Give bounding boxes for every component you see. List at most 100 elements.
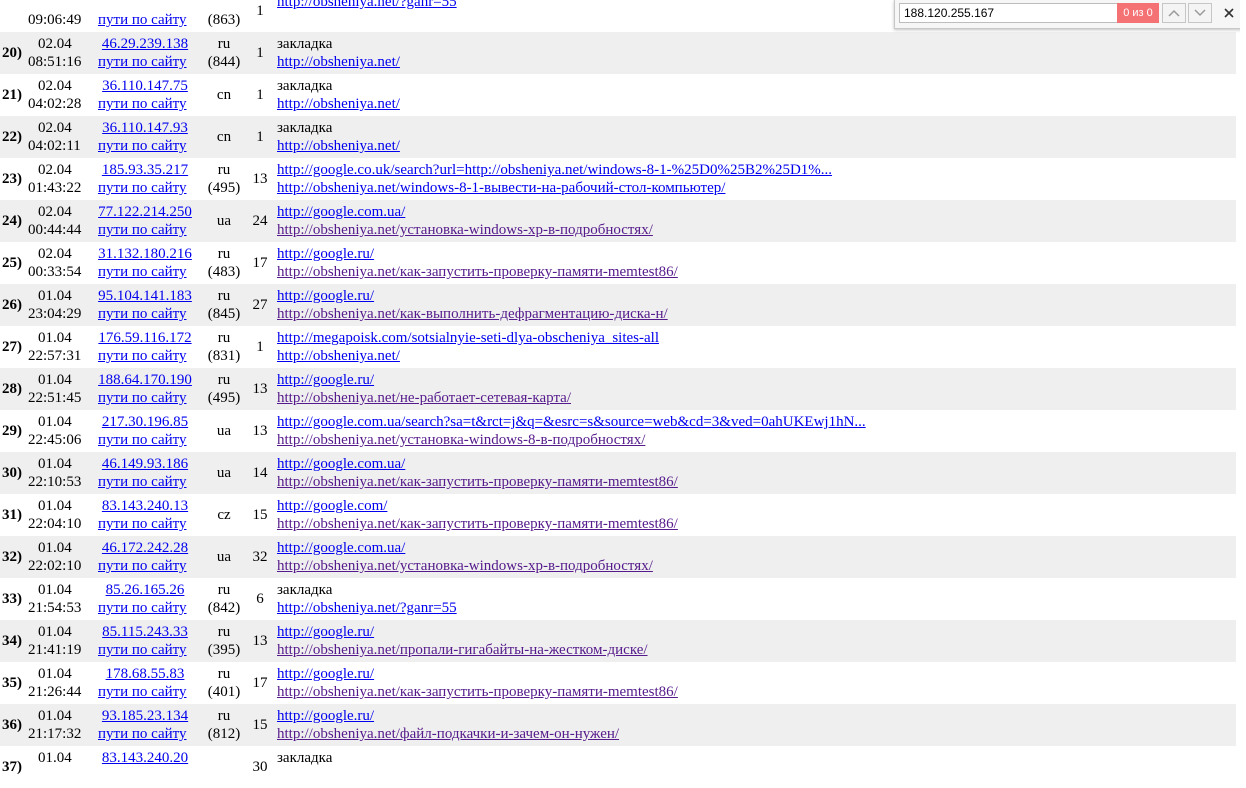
ip-address-link[interactable]: 46.149.93.186 [90,455,200,473]
ip-address-link[interactable]: 77.122.214.250 [90,203,200,221]
ip-address-link[interactable]: 85.26.165.26 [90,581,200,599]
site-paths-link[interactable]: пути по сайту [98,179,187,197]
landing-page-link[interactable]: http://obsheniya.net/установка-windows-8… [277,431,645,449]
visit-number: 22) [2,129,22,145]
referrer-label: закладка [277,36,333,52]
landing-page-link[interactable]: http://obsheniya.net/установка-windows-x… [277,221,653,239]
page-views: 32 [252,549,268,565]
page-views: 1 [256,45,264,61]
site-paths-link[interactable]: пути по сайту [98,137,187,155]
site-paths-link[interactable]: пути по сайту [98,683,187,701]
site-paths-link[interactable]: пути по сайту [98,95,187,113]
visit-date: 02.04 [38,162,72,178]
ip-address-link[interactable]: 83.143.240.13 [90,497,200,515]
site-paths-link[interactable]: пути по сайту [98,53,187,71]
visit-count: (495) [207,390,241,406]
page-views: 6 [256,591,264,607]
page-scrollbar[interactable] [1240,0,1246,752]
referrer-link[interactable]: http://google.ru/ [277,623,374,641]
site-paths-link[interactable]: пути по сайту [98,347,187,365]
site-paths-link[interactable]: пути по сайту [98,725,187,743]
find-next-button[interactable] [1188,3,1212,23]
landing-page-link[interactable]: http://obsheniya.net/файл-подкачки-и-зач… [277,725,619,743]
site-paths-link[interactable]: пути по сайту [98,599,187,617]
visit-time: 22:02:10 [28,558,82,574]
visit-row: 37) 01.04 83.143.240.20 30 закладка [0,746,1236,788]
site-paths-link[interactable]: пути по сайту [98,473,187,491]
landing-page-link[interactable]: http://obsheniya.net/ [277,95,400,113]
referrer-link[interactable]: http://google.ru/ [277,707,374,725]
visit-row: 23) 02.04 01:43:22 185.93.35.217 пути по сай… [0,158,1236,200]
visit-number: 31) [2,507,22,523]
visit-time: 21:41:19 [28,642,82,658]
chevron-down-icon [1194,9,1206,17]
visit-time: 22:51:45 [28,390,82,406]
referrer-link[interactable]: http://megapoisk.com/sotsialnyie-seti-dl… [277,329,659,347]
visit-time: 21:17:32 [28,726,82,742]
landing-page-link[interactable]: http://obsheniya.net/как-запустить-прове… [277,515,678,533]
site-paths-link[interactable]: пути по сайту [98,389,187,407]
visit-date: 02.04 [38,36,72,52]
page-views: 14 [252,465,268,481]
ip-address-link[interactable]: 85.115.243.33 [90,623,200,641]
find-close-button[interactable] [1220,3,1238,23]
referrer-link[interactable]: http://google.ru/ [277,287,374,305]
site-paths-link[interactable]: пути по сайту [98,263,187,281]
visit-number: 20) [2,45,22,61]
landing-page-link[interactable]: http://obsheniya.net/ [277,53,400,71]
page-views: 15 [252,507,268,523]
referrer-link[interactable]: http://google.ru/ [277,665,374,683]
site-paths-link[interactable]: пути по сайту [98,515,187,533]
landing-page-link[interactable]: http://obsheniya.net/ [277,137,400,155]
visit-count: (863) [207,12,241,28]
landing-page-link[interactable]: http://obsheniya.net/пропали-гигабайты-н… [277,641,648,659]
site-paths-link[interactable]: пути по сайту [98,11,187,29]
referrer-link[interactable]: http://google.ru/ [277,371,374,389]
ip-address-link[interactable]: 36.110.147.93 [90,119,200,137]
referrer-link[interactable]: http://google.ru/ [277,245,374,263]
landing-page-link[interactable]: http://obsheniya.net/не-работает-сетевая… [277,389,571,407]
ip-address-link[interactable]: 188.64.170.190 [90,371,200,389]
referrer-link[interactable]: http://google.com.ua/ [277,203,405,221]
ip-address-link[interactable]: 95.104.141.183 [90,287,200,305]
referrer-link[interactable]: http://google.com.ua/search?sa=t&rct=j&q… [277,413,866,431]
ip-address-link[interactable]: 185.93.35.217 [90,161,200,179]
ip-address-link[interactable]: 46.172.242.28 [90,539,200,557]
visit-date: 02.04 [38,120,72,136]
ip-address-link[interactable]: 178.68.55.83 [90,665,200,683]
ip-address-link[interactable]: 176.59.116.172 [90,329,200,347]
referrer-link[interactable]: http://obsheniya.net/?ganr=55 [277,0,457,11]
visit-count: (844) [207,54,241,70]
ip-address-link[interactable]: 46.29.239.138 [90,35,200,53]
site-paths-link[interactable]: пути по сайту [98,305,187,323]
ip-address-link[interactable]: 93.185.23.134 [90,707,200,725]
landing-page-link[interactable]: http://obsheniya.net/как-запустить-прове… [277,473,678,491]
referrer-link[interactable]: http://google.co.uk/search?url=http://ob… [277,161,832,179]
visit-time: 22:10:53 [28,474,82,490]
visit-count: (842) [207,600,241,616]
site-paths-link[interactable]: пути по сайту [98,221,187,239]
find-previous-button[interactable] [1162,3,1186,23]
landing-page-link[interactable]: http://obsheniya.net/установка-windows-x… [277,557,653,575]
visit-count: (401) [207,684,241,700]
landing-page-link[interactable]: http://obsheniya.net/как-запустить-прове… [277,683,678,701]
site-paths-link[interactable]: пути по сайту [98,641,187,659]
visit-time: 23:04:29 [28,306,82,322]
landing-page-link[interactable]: http://obsheniya.net/как-выполнить-дефра… [277,305,668,323]
referrer-link[interactable]: http://google.com.ua/ [277,539,405,557]
referrer-link[interactable]: http://google.com.ua/ [277,455,405,473]
find-input[interactable] [899,3,1151,23]
site-paths-link[interactable]: пути по сайту [98,557,187,575]
landing-page-link[interactable]: http://obsheniya.net/ [277,347,400,365]
landing-page-link[interactable]: http://obsheniya.net/windows-8-1-вывести… [277,179,725,197]
referrer-link[interactable]: http://google.com/ [277,497,387,515]
landing-page-link[interactable]: http://obsheniya.net/как-запустить-прове… [277,263,678,281]
ip-address-link[interactable]: 217.30.196.85 [90,413,200,431]
visit-date: 02.04 [38,246,72,262]
ip-address-link[interactable]: 31.132.180.216 [90,245,200,263]
page-views: 30 [252,759,268,775]
landing-page-link[interactable]: http://obsheniya.net/?ganr=55 [277,599,457,617]
site-paths-link[interactable]: пути по сайту [98,431,187,449]
ip-address-link[interactable]: 36.110.147.75 [90,77,200,95]
visit-row: 31) 01.04 22:04:10 83.143.240.13 пути по сай… [0,494,1236,536]
